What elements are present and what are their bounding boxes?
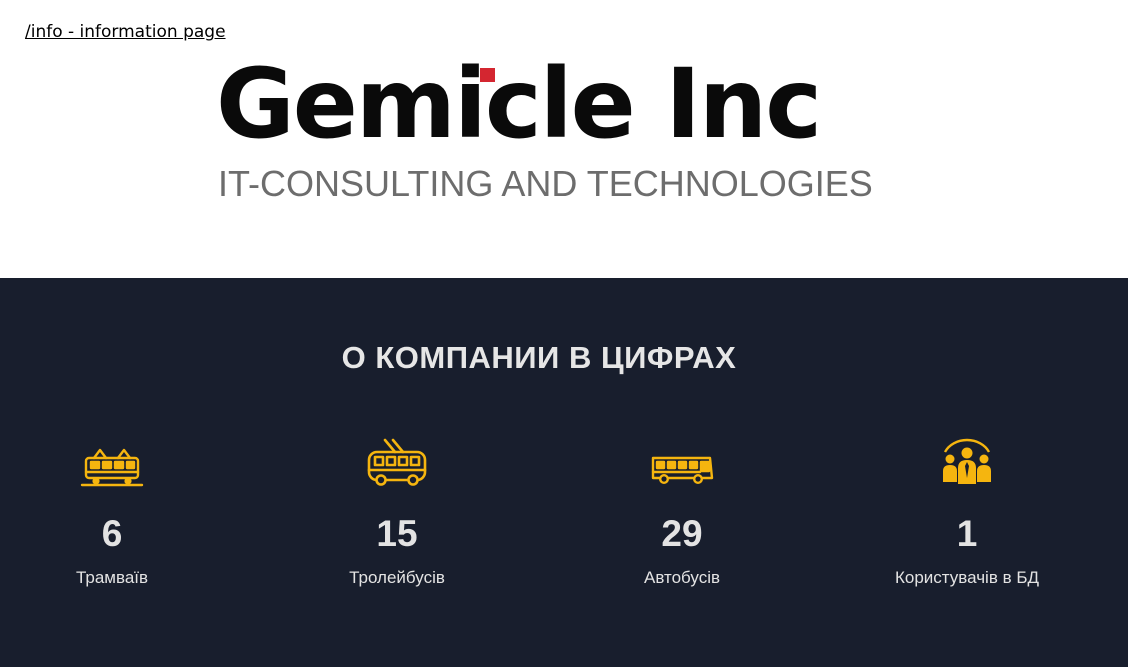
stat-trams: 6 Трамваїв: [2, 438, 222, 588]
tram-icon: [80, 448, 144, 487]
logo-company-name: Gemicle Inc: [216, 48, 822, 160]
stat-buses-number: 29: [661, 513, 703, 554]
header-section: /info - information page Gemicle Inc IT-…: [0, 0, 1128, 278]
company-logo: Gemicle Inc IT-CONSULTING AND TECHNOLOGI…: [216, 56, 873, 204]
stat-trolleybuses-number: 15: [376, 513, 418, 554]
logo-accent-square: [480, 68, 495, 82]
trolleybus-icon: [367, 438, 427, 486]
company-stats-section: О КОМПАНИИ В ЦИФРАХ 6 Трамваїв 15 Тролей…: [0, 278, 1128, 667]
stat-trams-number: 6: [101, 513, 123, 554]
bus-icon: [651, 456, 714, 485]
info-page-link[interactable]: /info - information page: [25, 22, 226, 42]
stat-trolleybuses-label: Тролейбусів: [349, 568, 445, 587]
stat-users-number: 1: [956, 513, 978, 554]
stats-title: О КОМПАНИИ В ЦИФРАХ: [341, 340, 737, 375]
stat-users: 1 Користувачів в БД: [857, 438, 1077, 588]
stat-trolleybuses: 15 Тролейбусів: [287, 438, 507, 588]
stat-trams-label: Трамваїв: [75, 568, 149, 587]
stat-users-label: Користувачів в БД: [894, 568, 1040, 587]
logo-tagline: IT-CONSULTING AND TECHNOLOGIES: [218, 163, 873, 204]
users-icon: [943, 438, 991, 484]
stat-buses-label: Автобусів: [643, 568, 721, 587]
stat-buses: 29 Автобусів: [572, 438, 792, 588]
